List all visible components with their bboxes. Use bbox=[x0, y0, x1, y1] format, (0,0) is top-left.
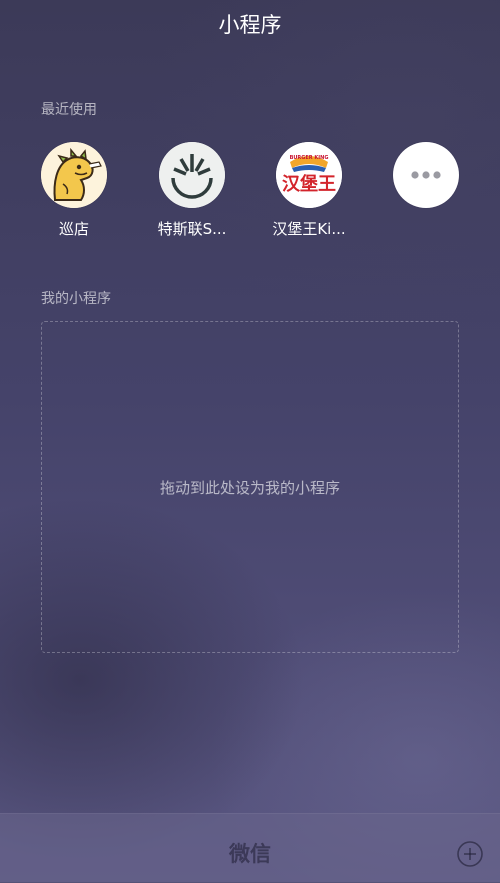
recent-app-xundian[interactable]: 巡店 bbox=[24, 142, 124, 239]
app-name: 巡店 bbox=[58, 220, 89, 238]
plus-circle-icon[interactable] bbox=[456, 840, 484, 868]
burger-king-small-text: BURGER KING bbox=[289, 155, 329, 161]
recent-apps-row: 巡店 特斯联S... BURGER KING 汉堡王 汉堡王Ki... bbox=[0, 142, 500, 242]
page-title: 小程序 bbox=[218, 13, 282, 37]
dinosaur-icon bbox=[41, 142, 107, 208]
wechat-title: 微信 bbox=[229, 842, 271, 866]
app-name: 汉堡王Ki... bbox=[272, 220, 346, 238]
more-icon bbox=[393, 142, 459, 208]
teslink-logo-icon bbox=[159, 142, 225, 208]
recent-app-teslink[interactable]: 特斯联S... bbox=[142, 142, 242, 239]
recent-app-burger-king[interactable]: BURGER KING 汉堡王 汉堡王Ki... bbox=[259, 142, 359, 239]
recent-section-label: 最近使用 bbox=[41, 102, 97, 118]
burger-king-logo-icon: BURGER KING 汉堡王 bbox=[276, 142, 342, 208]
burger-king-logo-text: 汉堡王 bbox=[282, 174, 336, 195]
my-miniprograms-drop-zone[interactable]: 拖动到此处设为我的小程序 bbox=[41, 321, 459, 653]
bottom-bar: 微信 bbox=[0, 813, 500, 883]
app-name: 特斯联S... bbox=[157, 220, 227, 238]
more-apps-button[interactable] bbox=[376, 142, 476, 219]
my-miniprograms-label: 我的小程序 bbox=[41, 291, 111, 307]
drop-hint-text: 拖动到此处设为我的小程序 bbox=[159, 478, 340, 497]
